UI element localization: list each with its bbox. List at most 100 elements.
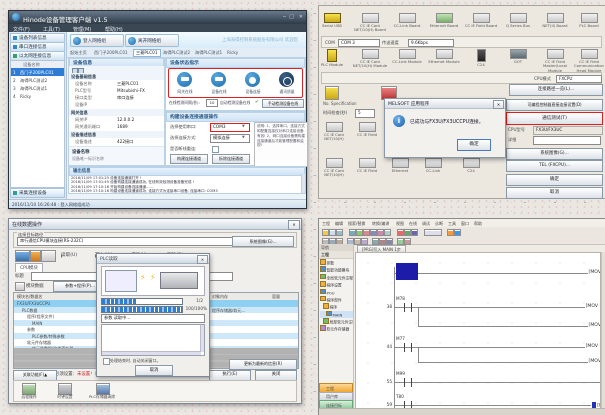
- close-button[interactable]: 关闭: [255, 370, 297, 381]
- plc-if-c24[interactable]: C24: [463, 49, 499, 67]
- menu-diagnostics[interactable]: 诊断: [435, 221, 443, 227]
- menu-online[interactable]: 在线: [409, 221, 417, 227]
- hinode-titlebar[interactable]: Hinode设备管理客户端 v1.5 ─ □ ✕: [9, 11, 306, 24]
- pc-if-ccie-field-board[interactable]: CC IE Field Board: [463, 13, 499, 28]
- menu-tools[interactable]: 工具: [448, 221, 456, 227]
- plc-if-ccie-head[interactable]: CC IE Field Communication Head Module: [571, 49, 605, 73]
- time-check-input[interactable]: 5: [355, 109, 375, 118]
- plc-if-ccie-module[interactable]: CC IE Cont NET/10(H) Module: [352, 49, 388, 69]
- melsoft-ok-button[interactable]: 确定: [457, 139, 491, 151]
- plc-if-got[interactable]: GOT: [500, 49, 536, 64]
- execute-button[interactable]: 执行(E): [209, 370, 251, 381]
- remove-channel-button[interactable]: 拆除连接通道: [212, 154, 250, 164]
- plc-if-ethernet-module[interactable]: Ethernet Module: [426, 49, 462, 64]
- property-group[interactable]: 设备描述信息: [69, 131, 164, 138]
- ladder-canvas[interactable]: [MOV K6 D80] 0 38 M78 [MOV K29 D79] 0 [M…: [355, 252, 601, 409]
- property-group[interactable]: 设备基础信息: [69, 73, 164, 80]
- prop-value[interactable]: 串口连接: [117, 95, 134, 101]
- plc-if-cclink-module[interactable]: CC-Link Module: [389, 49, 425, 64]
- ladder-rung[interactable]: 59 T80 [RST M99]: [394, 393, 601, 409]
- ladder-branch[interactable]: [MOV K9 D80] 0: [394, 350, 601, 372]
- comm-test-button[interactable]: 通信测试(T): [506, 112, 603, 125]
- listbox-hscroll[interactable]: [102, 351, 201, 355]
- manual-check-button[interactable]: 手动检测设备在线: [262, 99, 304, 109]
- sidebar-item-collect-devices[interactable]: 采集连接设备: [10, 188, 65, 198]
- net-ccie-cont[interactable]: CC IE Cont NET/10(H): [316, 122, 352, 142]
- pc-if-plc-board[interactable]: PLC Board: [571, 13, 605, 28]
- interval-input[interactable]: 10: [206, 99, 218, 107]
- tab-device-4[interactable]: 海得PLC测试1: [195, 50, 222, 56]
- plc-read-titlebar[interactable]: PLC读取 ✕: [97, 254, 209, 264]
- tab-cpu-module[interactable]: CPU模块: [15, 263, 43, 272]
- menu-convert[interactable]: 转换/编译: [372, 221, 389, 227]
- reconnect-checkbox[interactable]: [212, 146, 219, 153]
- device-row[interactable]: 3 海得PLC测试1: [11, 84, 64, 92]
- port-dropdown-icon[interactable]: ▼: [242, 124, 245, 128]
- menu-project[interactable]: 工程: [322, 221, 330, 227]
- minimize-icon[interactable]: ─: [283, 14, 286, 20]
- menu-window[interactable]: 窗口: [461, 221, 469, 227]
- mode-dropdown-icon[interactable]: ▼: [242, 135, 245, 139]
- net-ccie-cont-2[interactable]: CC IE Cont NET/10(H): [316, 158, 352, 178]
- cancel-button[interactable]: 取消: [506, 187, 603, 199]
- close-icon[interactable]: ✕: [493, 100, 504, 109]
- ladder-toolbar-2[interactable]: [319, 236, 605, 245]
- pc-if-q-bus[interactable]: Q Series Bus: [500, 13, 536, 28]
- build-channel-button[interactable]: 构建连接通道: [170, 154, 208, 164]
- device-row[interactable]: 4 Ricky: [11, 92, 64, 100]
- net-ccie-field[interactable]: CC IE Field: [349, 122, 385, 137]
- device-row[interactable]: 2 海得PLC测试2: [11, 76, 64, 84]
- system-image-button[interactable]: 系统图像(G)...: [506, 148, 603, 160]
- prop-value[interactable]: 三菱PLC01: [117, 81, 139, 87]
- pc-if-net2-board[interactable]: NET(II) Board: [537, 13, 573, 28]
- prop-value[interactable]: 12.0.0.2: [117, 117, 134, 122]
- net-ccie-field-2[interactable]: CC IE Field: [349, 158, 385, 173]
- pc-if-ccie-board[interactable]: CC IE Cont NET/10(H) Board: [352, 13, 388, 33]
- prop-value[interactable]: 1689: [117, 124, 128, 129]
- ladder-branch[interactable]: [MOV K7 D80] 0: [394, 314, 601, 336]
- close-icon[interactable]: ✕: [288, 220, 300, 230]
- tab-device-1[interactable]: 西门子200PLC01: [94, 50, 128, 56]
- pc-if-cclink-board[interactable]: CC-Link Board: [389, 13, 425, 28]
- join-network-button[interactable]: 登入网络组: [70, 34, 124, 47]
- net-ethernet[interactable]: Ethernet: [382, 158, 418, 173]
- ladder-rung[interactable]: 55 M99 K10 (T80) 0: [394, 370, 601, 392]
- maximize-icon[interactable]: □: [289, 14, 294, 20]
- prop-value[interactable]: Mitsubishi-FX: [117, 88, 145, 93]
- progress-cancel-button[interactable]: 取消: [135, 365, 173, 376]
- leave-network-button[interactable]: 离开网络组: [125, 34, 179, 47]
- close-icon[interactable]: ✕: [197, 255, 208, 264]
- ok-button[interactable]: 确定: [506, 174, 603, 186]
- menu-help[interactable]: 帮助: [474, 221, 482, 227]
- online-titlebar[interactable]: 在线数据操作 ✕: [9, 219, 301, 230]
- tab-device-5[interactable]: Ricky: [227, 50, 238, 55]
- property-group[interactable]: 网关信息: [69, 109, 164, 116]
- menu-edit[interactable]: 编辑: [335, 221, 343, 227]
- route-list-button[interactable]: 连接路径一览(L)...: [509, 84, 603, 96]
- tab-home[interactable]: 起始主页: [70, 50, 87, 56]
- net-cclink[interactable]: CC-Link: [415, 158, 451, 173]
- plc-if-plc-module[interactable]: PLC Module: [314, 49, 350, 67]
- menu-view[interactable]: 视图: [396, 221, 404, 227]
- prop-value[interactable]: 422接口: [117, 139, 133, 145]
- menu-debug[interactable]: 调试: [422, 221, 430, 227]
- station-host-icon[interactable]: [325, 86, 339, 100]
- device-row-selected[interactable]: 1 西门子200PLC01: [11, 68, 64, 76]
- related-functions-button[interactable]: 关联功能(F)▲: [13, 370, 57, 381]
- tab-device-active[interactable]: 三菱PLC01: [133, 49, 161, 57]
- auto-check-icon[interactable]: ✔: [255, 99, 259, 104]
- menu-find[interactable]: 搜索/替换: [348, 221, 365, 227]
- direct-connect-button[interactable]: 可编程控制器直接连接设置(D): [506, 99, 603, 111]
- radio-read[interactable]: 读取(U): [61, 252, 77, 258]
- listbox-vscroll[interactable]: [200, 325, 204, 352]
- melsoft-dialog-titlebar[interactable]: MELSOFT 应用程序 ✕: [385, 99, 505, 109]
- ladder-rung[interactable]: [MOV K6 D80] 0: [394, 261, 601, 283]
- project-tree[interactable]: 参数 智能功能模块 全局软元件注释 程序设置 POU 程序部件 程序 MAIN …: [320, 259, 353, 333]
- progress-listbox[interactable]: [101, 324, 205, 356]
- tel-button[interactable]: TEL (FXCPU)...: [506, 160, 603, 172]
- tab-device-3[interactable]: 海得PLC测试2: [163, 50, 190, 56]
- ladder-vscrollbar[interactable]: [601, 252, 605, 409]
- close-icon[interactable]: ✕: [299, 14, 303, 20]
- system-image-button[interactable]: 系统图像(G)...: [232, 236, 294, 247]
- net-c24[interactable]: C24: [453, 158, 489, 173]
